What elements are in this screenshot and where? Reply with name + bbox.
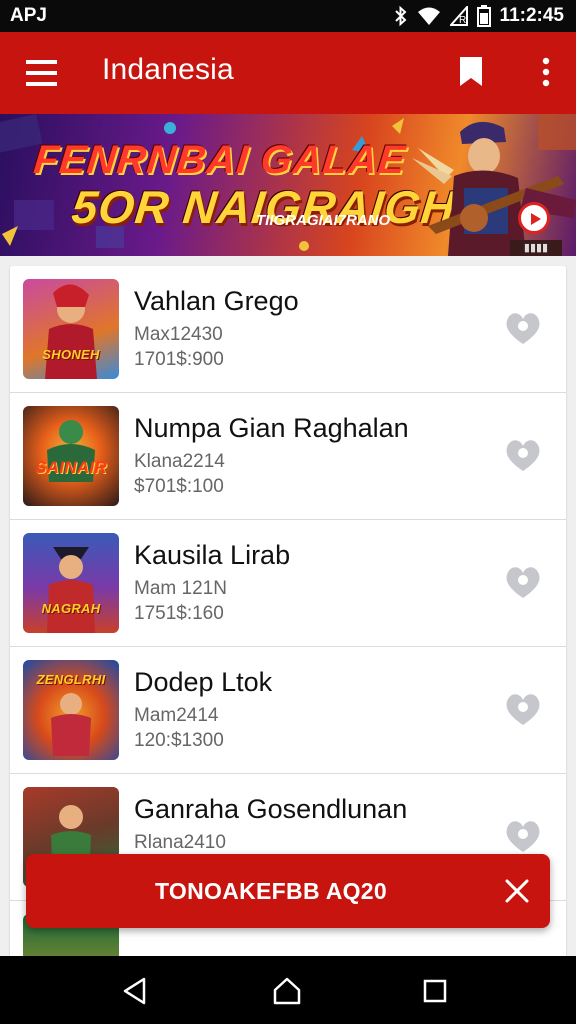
banner-character-illustration <box>412 121 576 256</box>
game-subtitle: Mam2414 <box>134 705 219 726</box>
game-price: 1751$:160 <box>134 603 224 624</box>
list-item[interactable]: ZENGLRHI Dodep Ltok Mam2414 120:$1300 <box>10 647 566 774</box>
game-price: $701$:100 <box>134 476 224 497</box>
home-icon <box>273 977 301 1005</box>
system-nav-bar <box>0 956 576 1024</box>
game-thumbnail: ZENGLRHI <box>23 660 119 760</box>
list-item[interactable]: SHONEH Vahlan Grego Max12430 1701$:900 <box>10 266 566 393</box>
favorite-icon <box>506 567 540 598</box>
back-button[interactable] <box>120 976 150 1006</box>
game-subtitle: Rlana2410 <box>134 832 226 853</box>
game-title: Dodep Ltok <box>134 667 273 697</box>
game-price: 1701$:900 <box>134 349 224 370</box>
banner-tagline: TIIGRAGIAI7RANO <box>256 212 391 229</box>
thumbnail-label: SAINAIR <box>35 458 107 477</box>
game-list-card: SHONEH Vahlan Grego Max12430 1701$:900 S… <box>10 266 566 956</box>
page-title: Indanesia <box>102 53 234 86</box>
home-button[interactable] <box>272 976 302 1006</box>
bookmark-icon <box>460 57 482 86</box>
battery-icon <box>476 5 491 27</box>
game-list: SHONEH Vahlan Grego Max12430 1701$:900 S… <box>0 256 576 956</box>
status-icons: R 11:2:45 <box>394 4 564 28</box>
favorite-button[interactable] <box>502 816 544 856</box>
game-title: Vahlan Grego <box>134 286 299 316</box>
thumbnail-label: SHONEH <box>42 347 100 362</box>
banner-headline: FENRNBAI GALAE <box>31 138 409 182</box>
list-item[interactable]: NAGRAH Kausila Lirab Mam 121N 1751$:160 <box>10 520 566 647</box>
banner-badge: ▮▮▮▮ <box>510 240 562 256</box>
thumbnail-label: ZENGLRHI <box>36 672 106 687</box>
carrier-label: APJ <box>10 5 47 26</box>
game-subtitle: Klana2214 <box>134 451 225 472</box>
favorite-icon <box>506 694 540 725</box>
game-price: 120:$1300 <box>134 730 224 751</box>
bookmark-button[interactable] <box>456 54 486 90</box>
clock: 11:2:45 <box>499 5 564 26</box>
favorite-button[interactable] <box>502 308 544 348</box>
status-bar: APJ R 11:2:45 <box>0 0 576 32</box>
favorite-icon <box>506 821 540 852</box>
game-subtitle: Mam 121N <box>134 578 227 599</box>
bluetooth-icon <box>394 5 407 27</box>
favorite-button[interactable] <box>502 689 544 729</box>
game-subtitle: Max12430 <box>134 324 223 345</box>
close-icon <box>505 879 529 903</box>
thumbnail-label: NAGRAH <box>41 601 101 616</box>
snackbar: TONOAKEFBB AQ20 <box>26 854 550 928</box>
signal-icon: R <box>449 6 468 26</box>
game-thumbnail: SHONEH <box>23 279 119 379</box>
more-vert-icon <box>542 57 550 87</box>
more-options-button[interactable] <box>534 54 558 90</box>
snackbar-close-button[interactable] <box>504 878 530 904</box>
game-title: Kausila Lirab <box>134 540 291 570</box>
menu-icon <box>26 60 57 86</box>
favorite-button[interactable] <box>502 562 544 602</box>
wifi-icon <box>417 7 440 25</box>
recents-icon <box>423 979 447 1003</box>
game-thumbnail: NAGRAH <box>23 533 119 633</box>
list-item[interactable]: SAINAIR Numpa Gian Raghalan Klana2214 $7… <box>10 393 566 520</box>
svg-text:R: R <box>459 15 466 26</box>
favorite-button[interactable] <box>502 435 544 475</box>
favorite-icon <box>506 440 540 471</box>
game-thumbnail: SAINAIR <box>23 406 119 506</box>
back-icon <box>123 977 146 1005</box>
menu-button[interactable] <box>22 54 62 92</box>
promo-banner[interactable]: FENRNBAI GALAE 5OR NAIGRAIGH ! TIIGRAGIA… <box>0 114 576 256</box>
app-bar: Indanesia <box>0 32 576 114</box>
banner-play-button[interactable] <box>518 202 550 234</box>
game-title: Ganraha Gosendlunan <box>134 794 408 824</box>
favorite-icon <box>506 313 540 344</box>
game-title: Numpa Gian Raghalan <box>134 413 409 443</box>
snackbar-message: TONOAKEFBB AQ20 <box>155 878 387 904</box>
recents-button[interactable] <box>420 976 450 1006</box>
